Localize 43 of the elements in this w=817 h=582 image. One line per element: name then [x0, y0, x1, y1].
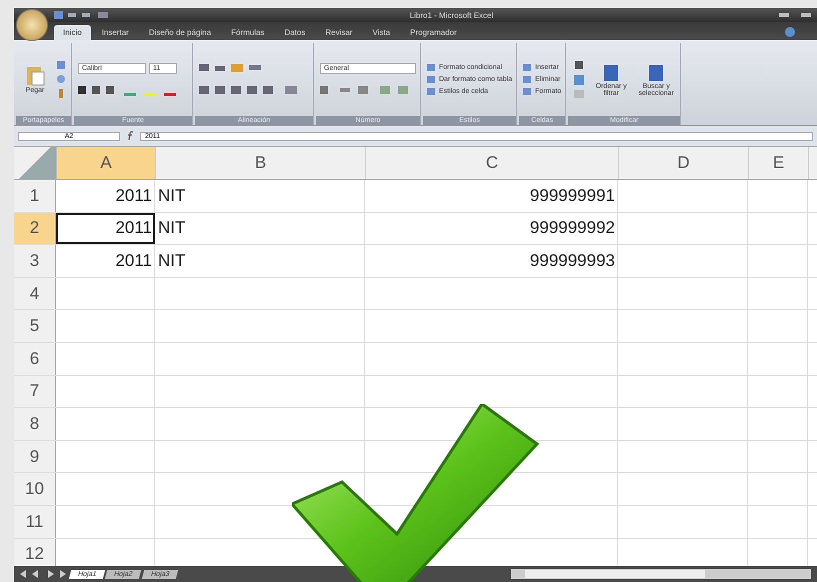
help-icon[interactable] — [785, 27, 795, 37]
table-cell[interactable]: NIT — [155, 180, 365, 212]
ribbon-tab[interactable]: Diseño de página — [140, 25, 220, 40]
row-header[interactable]: 7 — [14, 376, 56, 408]
table-cell[interactable]: 2011 — [56, 180, 155, 212]
row-header[interactable]: 4 — [14, 278, 56, 310]
table-cell[interactable]: NIT — [155, 245, 365, 277]
horizontal-scrollbar[interactable] — [511, 569, 811, 579]
row-header[interactable]: 8 — [14, 408, 56, 440]
clipboard-icon — [24, 65, 46, 87]
row-header[interactable]: 1 — [14, 180, 56, 212]
table-cell[interactable]: NIT — [155, 212, 365, 244]
ribbon-tab[interactable]: Programador — [401, 25, 466, 40]
ribbon-tab[interactable]: Insertar — [92, 25, 138, 40]
ribbon-tab[interactable]: Fórmulas — [222, 25, 274, 40]
row-header[interactable]: 3 — [14, 245, 56, 277]
table-cell[interactable]: 999999991 — [365, 180, 618, 212]
row-header[interactable]: 2 — [14, 212, 56, 244]
table-cell[interactable]: 2011 — [56, 212, 155, 244]
ribbon-tab[interactable]: Revisar — [316, 25, 362, 40]
row-header[interactable]: 10 — [14, 473, 56, 505]
function-icon[interactable] — [126, 131, 134, 141]
ribbon-tab[interactable]: Vista — [363, 25, 400, 40]
column-header[interactable]: C — [366, 147, 619, 179]
column-header[interactable]: A — [57, 147, 156, 179]
column-header[interactable]: E — [749, 147, 809, 179]
row-header[interactable]: 9 — [14, 440, 56, 472]
table-cell[interactable]: 999999993 — [365, 245, 618, 277]
clipboard-tools-icon[interactable] — [55, 58, 67, 100]
sheet-navigation-icon[interactable] — [18, 569, 68, 579]
column-header[interactable]: D — [619, 147, 749, 179]
table-cell[interactable]: 999999992 — [365, 212, 618, 244]
row-header[interactable]: 12 — [14, 538, 56, 566]
office-button[interactable] — [16, 9, 48, 41]
ribbon-tab[interactable]: Inicio — [54, 25, 91, 40]
ribbon-tab[interactable]: Datos — [275, 25, 314, 40]
row-header[interactable]: 11 — [14, 506, 56, 538]
table-cell[interactable]: 2011 — [56, 245, 155, 277]
row-header[interactable]: 6 — [14, 342, 56, 375]
column-header[interactable]: B — [156, 147, 366, 179]
editing-tools-icon[interactable] — [572, 58, 586, 100]
row-header[interactable]: 5 — [14, 310, 56, 342]
window-title: Libro1 - Microsoft Excel — [408, 10, 494, 20]
